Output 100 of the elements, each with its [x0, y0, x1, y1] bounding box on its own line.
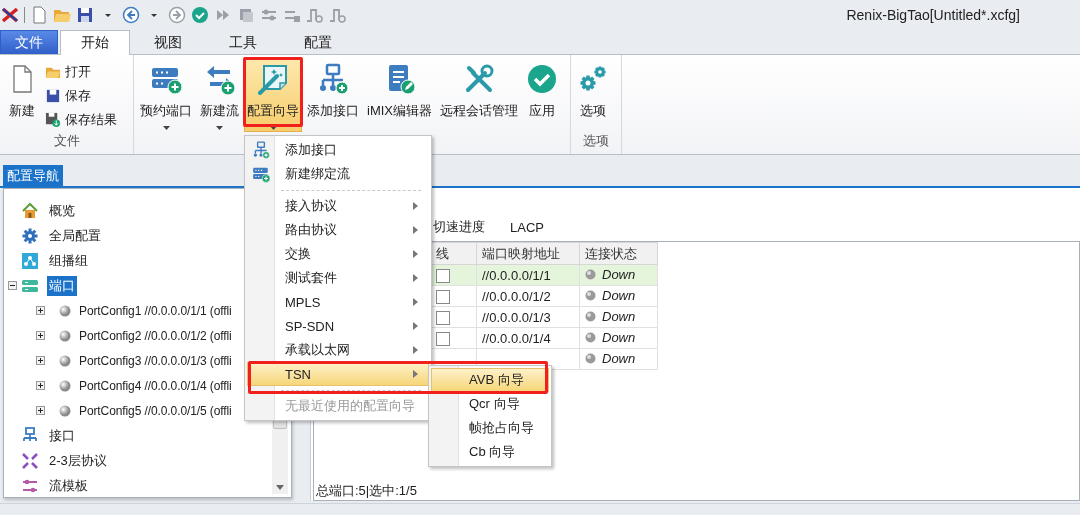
menu-item[interactable]: 承载以太网 [247, 338, 429, 362]
save-download-icon [45, 112, 61, 128]
submenu-arrow-icon [413, 370, 418, 378]
status-ball-icon [585, 353, 596, 364]
tab[interactable]: LACP [510, 219, 544, 235]
submenu-arrow-icon [413, 226, 418, 234]
tree-item[interactable]: 端口 [47, 275, 77, 296]
panel-title: 配置导航 [3, 165, 63, 186]
ribbon-button[interactable]: 添加接口 [304, 57, 362, 132]
status-ball-icon [59, 304, 71, 317]
ribbon-button[interactable]: 预约端口 [137, 57, 195, 132]
nodes-icon [21, 251, 39, 270]
house-icon [21, 201, 39, 220]
options-button[interactable]: 选项 [574, 57, 612, 132]
tree-item[interactable]: PortConfig5 //0.0.0.0/1/5 (offli [77, 402, 234, 419]
expand-icon[interactable] [36, 356, 45, 365]
column-header[interactable]: 连接状态 [579, 242, 658, 265]
submenu-arrow-icon [413, 298, 418, 306]
menu-item[interactable]: MPLS [247, 290, 429, 314]
ribbon-tab[interactable]: 开始 [60, 30, 130, 55]
status-text: Down [602, 267, 636, 282]
tree-item[interactable]: PortConfig4 //0.0.0.0/1/4 (offli [77, 377, 234, 394]
new-button[interactable]: 新建 [3, 57, 41, 132]
expand-icon[interactable] [36, 381, 45, 390]
logo-icon [1, 6, 19, 24]
expand-icon[interactable] [36, 306, 45, 315]
ribbon-button[interactable]: 配置向导 [244, 57, 302, 132]
tree-item[interactable]: PortConfig1 //0.0.0.0/1/1 (offli [77, 302, 234, 319]
scroll-down-icon[interactable] [276, 484, 284, 490]
checkbox[interactable] [436, 289, 450, 304]
menu-item[interactable]: 路由协议 [247, 218, 429, 242]
ribbon-button[interactable]: iMIX编辑器 [364, 57, 435, 132]
table-cell: //0.0.0.0/1/2 [476, 285, 580, 307]
ribbon-small-button[interactable]: 保存结果 [43, 108, 119, 132]
menu-item[interactable]: TSN [247, 362, 429, 386]
menu-item[interactable]: Qcr 向导 [431, 392, 549, 416]
menu-item[interactable]: SP-SDN [247, 314, 429, 338]
ribbon-small-button[interactable]: 打开 [43, 60, 119, 84]
save-icon[interactable] [76, 6, 94, 24]
expand-icon[interactable] [36, 406, 45, 415]
status-ball-icon [59, 354, 71, 367]
ribbon-button[interactable]: 新建流 [197, 57, 242, 132]
submenu-arrow-icon [413, 202, 418, 210]
tree-item[interactable]: 全局配置 [47, 225, 103, 246]
tree-item[interactable]: 2-3层协议 [47, 450, 109, 471]
ribbon-tab[interactable]: 视图 [130, 30, 205, 54]
tree-item[interactable]: 概览 [47, 200, 77, 221]
submenu-arrow-icon [413, 346, 418, 354]
expand-icon[interactable] [36, 331, 45, 340]
group-label: 文件 [52, 132, 81, 150]
gear-icon [21, 226, 39, 245]
column-header[interactable]: 端口映射地址 [476, 242, 580, 265]
menu-item[interactable]: AVB 向导 [431, 368, 549, 392]
arrows-icon [21, 451, 39, 470]
table-cell: //0.0.0.0/1/4 [476, 327, 580, 349]
ribbon-button[interactable]: 远程会话管理 [437, 57, 521, 132]
wand-picture-icon [257, 63, 289, 95]
status-text: Down [602, 288, 636, 303]
status-text: Down [602, 309, 636, 324]
network-add-icon [252, 141, 270, 159]
submenu-arrow-icon [413, 322, 418, 330]
check-circle-icon[interactable] [191, 6, 209, 24]
tree-item[interactable]: PortConfig2 //0.0.0.0/1/2 (offli [77, 327, 234, 344]
tree-item[interactable]: 接口 [47, 425, 77, 446]
window-title: Renix-BigTao[Untitled*.xcfg] [846, 7, 1020, 23]
tree-item[interactable]: 流模板 [47, 475, 90, 496]
ribbon-tab[interactable]: 工具 [205, 30, 280, 54]
menu-item[interactable]: 交换 [247, 242, 429, 266]
tree-item[interactable]: PortConfig3 //0.0.0.0/1/3 (offli [77, 352, 234, 369]
tab[interactable]: 切速进度 [433, 218, 485, 236]
menu-item[interactable]: 接入协议 [247, 194, 429, 218]
checkbox[interactable] [436, 268, 450, 283]
collapse-icon[interactable] [8, 281, 17, 290]
menu-item[interactable]: 帧抢占向导 [431, 416, 549, 440]
tree-item[interactable]: 组播组 [47, 250, 90, 271]
check-circle-icon [526, 63, 558, 95]
submenu-arrow-icon [413, 250, 418, 258]
status-ball-icon [59, 329, 71, 342]
status-ball-icon [585, 311, 596, 322]
checkbox[interactable] [436, 310, 450, 325]
ribbon-small-button[interactable]: 保存 [43, 84, 119, 108]
menu-item[interactable]: Cb 向导 [431, 440, 549, 464]
menu-item[interactable]: 新建绑定流 [247, 162, 429, 186]
forward-icon[interactable] [168, 6, 186, 24]
menu-item[interactable]: 添加接口 [247, 138, 429, 162]
group-label: 选项 [582, 132, 610, 150]
ribbon-tab[interactable]: 文件 [0, 30, 58, 54]
status-ball-icon [585, 269, 596, 280]
save-icon [45, 88, 61, 104]
checkbox[interactable] [436, 331, 450, 346]
table-cell: //0.0.0.0/1/3 [476, 306, 580, 328]
new-file-icon[interactable] [30, 6, 48, 24]
ribbon-button[interactable]: 应用 [523, 57, 561, 132]
status-ball-icon [585, 332, 596, 343]
ribbon-tab[interactable]: 配置 [280, 30, 355, 54]
status-ball-icon [585, 290, 596, 301]
status-text: Down [602, 330, 636, 345]
back-icon[interactable] [122, 6, 140, 24]
network-add-icon [317, 63, 349, 95]
menu-item[interactable]: 测试套件 [247, 266, 429, 290]
